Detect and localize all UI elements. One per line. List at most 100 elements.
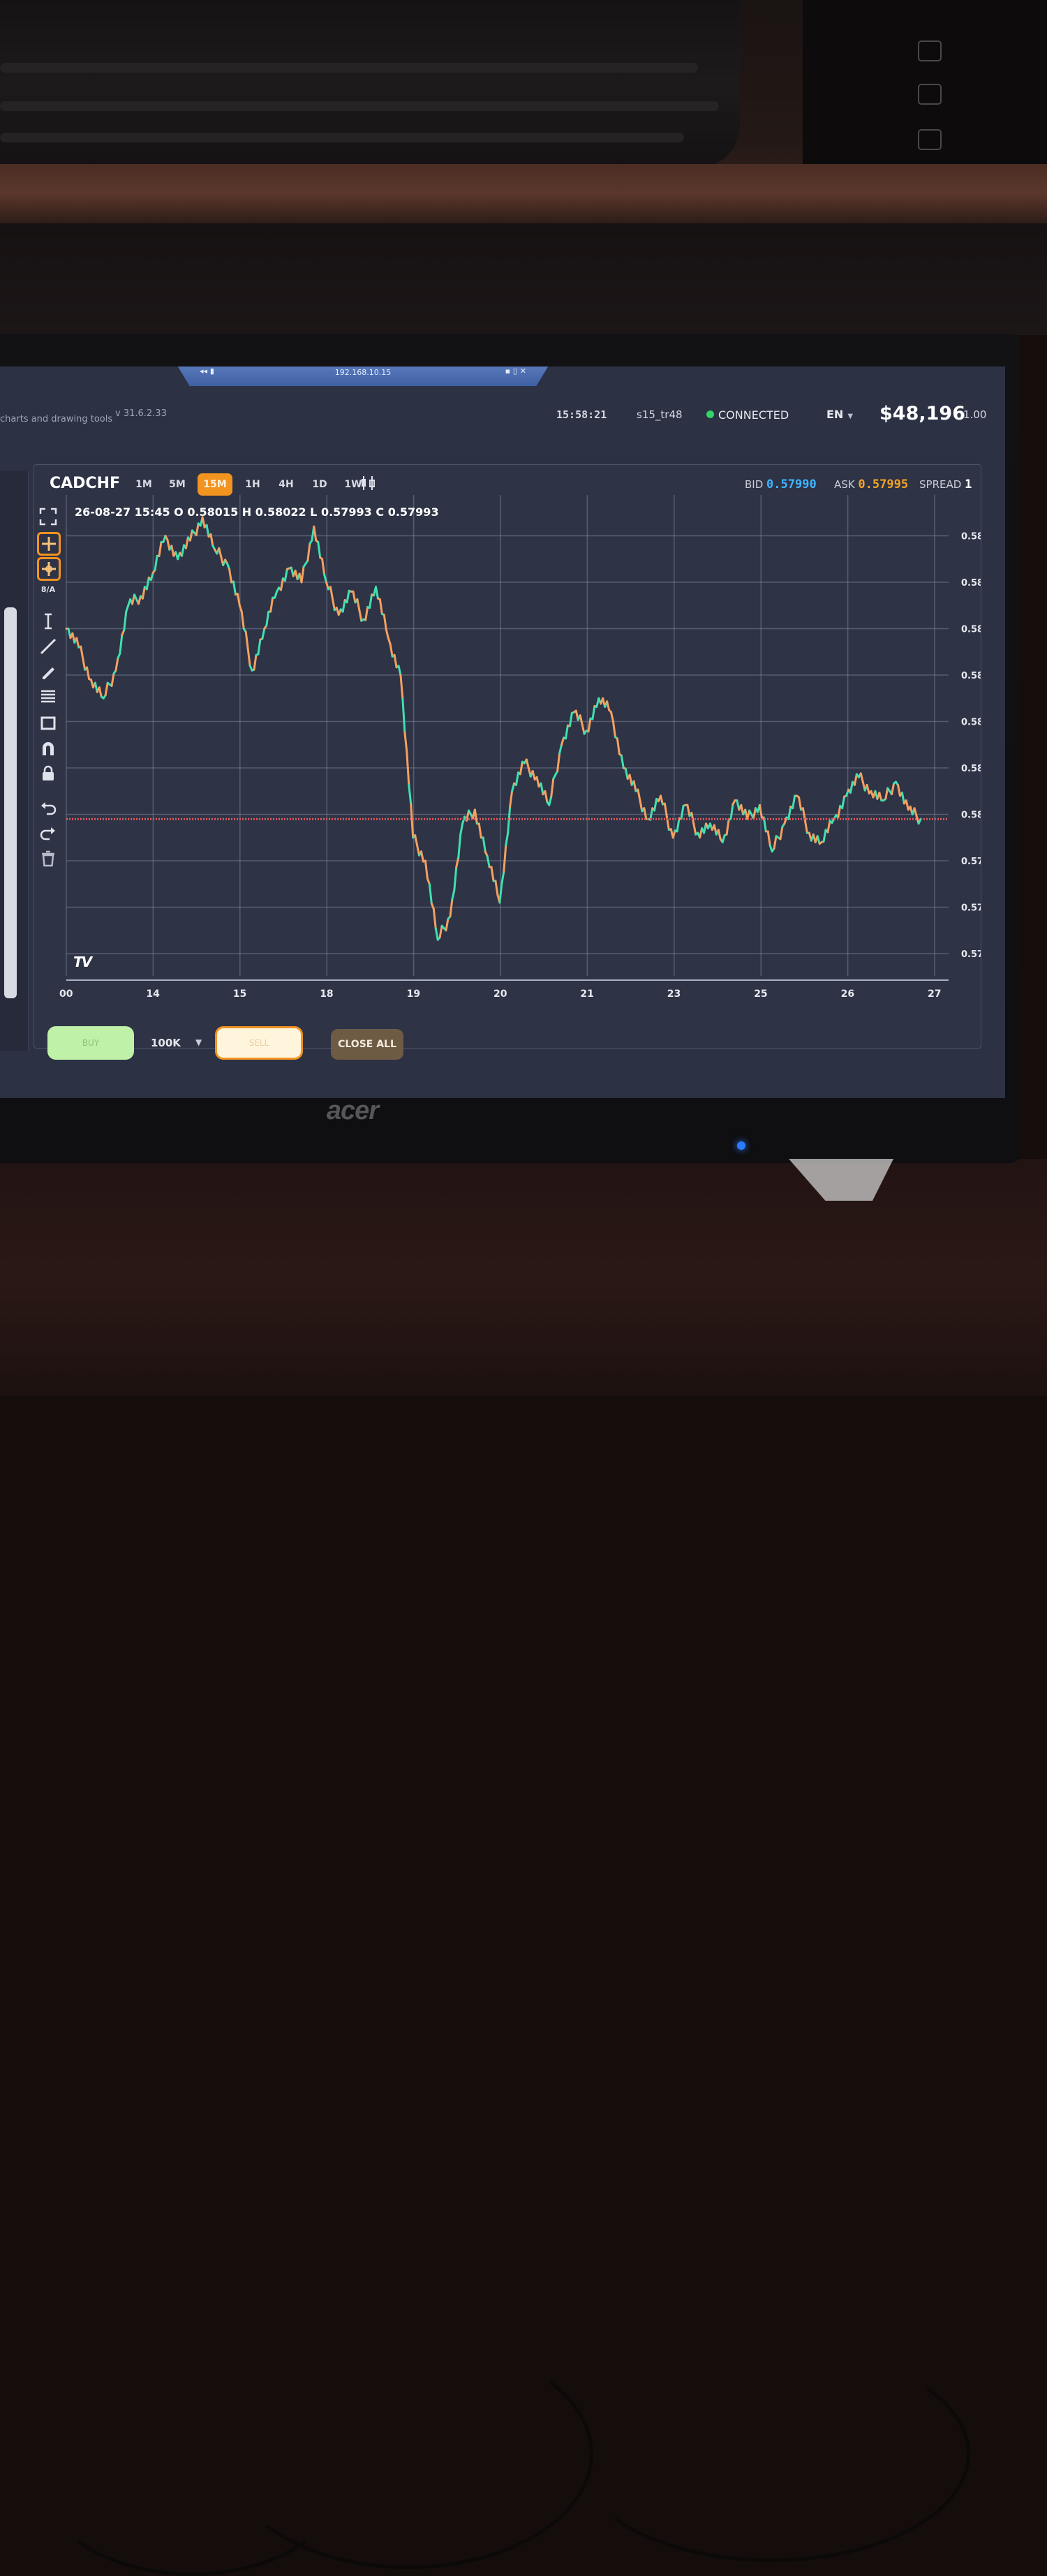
device-icon [918, 40, 942, 61]
price-segment [386, 630, 388, 638]
price-segment [155, 556, 157, 570]
x-tick-label: 15 [233, 989, 246, 1000]
price-segment [502, 872, 504, 884]
y-tick-label: 0.57800 [961, 903, 981, 914]
price-segment [429, 884, 431, 903]
price-segment [780, 827, 782, 839]
price-segment [789, 807, 791, 820]
account-id[interactable]: s15_tr48 [637, 408, 683, 421]
price-segment [281, 579, 283, 591]
quantity-select[interactable]: 100K [151, 1037, 181, 1049]
price-segment [440, 926, 442, 938]
price-segment [370, 595, 372, 608]
price-segment [325, 575, 327, 582]
remote-bar-window-controls[interactable]: ▪ ▯ ✕ [505, 367, 526, 376]
price-segment [817, 836, 819, 844]
price-segment [731, 804, 733, 819]
price-segment [879, 793, 882, 801]
price-segment [147, 577, 149, 589]
connection-label: CONNECTED [718, 408, 789, 422]
price-segment [196, 524, 198, 535]
price-segment [242, 612, 244, 628]
price-segment [456, 858, 459, 867]
chart-grid [66, 495, 949, 980]
price-segment [343, 600, 345, 612]
price-segment [560, 745, 562, 753]
price-segment [805, 820, 807, 833]
price-segment [237, 594, 239, 606]
price-segment [411, 804, 413, 838]
chevron-down-icon[interactable]: ▼ [195, 1037, 202, 1047]
sell-button[interactable]: SELL [215, 1026, 303, 1060]
price-segment [793, 796, 795, 808]
price-segment [83, 658, 85, 670]
remote-desktop-bar[interactable]: ◂◂ ▮ 192.168.10.15 ▪ ▯ ✕ [174, 367, 551, 386]
price-segment [267, 612, 269, 626]
x-tick-label: 14 [146, 989, 160, 1000]
order-bar: BUY 100K ▼ SELL CLOSE ALL [34, 1019, 522, 1075]
price-segment [496, 881, 498, 895]
price-segment [258, 639, 260, 654]
price-segment [520, 762, 522, 774]
price-segment [233, 582, 235, 595]
x-tick-label: 23 [667, 989, 681, 1000]
price-segment [611, 712, 614, 721]
x-tick-label: 18 [320, 989, 333, 1000]
shelf-edge [0, 164, 1047, 223]
fabric-fold [0, 101, 719, 111]
price-segment [842, 797, 845, 808]
price-segment [405, 732, 407, 752]
remote-bar-ip: 192.168.10.15 [174, 368, 551, 377]
price-segment [886, 788, 888, 799]
price-segment [562, 738, 564, 745]
language-label: EN [826, 408, 843, 421]
price-series [66, 517, 921, 940]
price-segment [727, 820, 729, 834]
price-segment [504, 845, 506, 872]
price-segment [380, 599, 382, 614]
x-tick-label: 25 [754, 989, 767, 1000]
price-chart[interactable]: 0.586000.585000.584000.583000.582000.581… [34, 465, 981, 1048]
price-segment [541, 783, 543, 794]
price-segment [159, 542, 161, 556]
chart-x-ticks: 0014151819202123252627 [59, 989, 941, 1000]
price-segment [314, 526, 316, 540]
price-segment [722, 835, 725, 842]
price-segment [81, 646, 83, 658]
price-segment [902, 793, 904, 804]
price-segment [512, 783, 514, 791]
device-icon [918, 129, 942, 150]
price-segment [202, 517, 205, 527]
y-tick-label: 0.58000 [961, 810, 981, 821]
y-tick-label: 0.57900 [961, 857, 981, 867]
background-photo [0, 0, 1047, 230]
price-segment [446, 919, 448, 931]
price-segment [105, 683, 107, 695]
price-segment [613, 722, 615, 737]
cable [42, 2388, 342, 2576]
close-all-button[interactable]: CLOSE ALL [331, 1029, 403, 1060]
language-select[interactable]: EN▼ [826, 408, 853, 421]
price-segment [347, 591, 349, 602]
price-segment [621, 755, 623, 768]
price-segment [459, 834, 461, 857]
x-tick-label: 19 [407, 989, 420, 1000]
price-segment [182, 545, 184, 556]
price-segment [330, 587, 332, 599]
price-segment [254, 655, 256, 669]
lot-size[interactable]: 1.00 [963, 408, 986, 421]
price-segment [302, 567, 304, 582]
left-rail [0, 471, 29, 1051]
price-segment [120, 635, 122, 653]
price-segment [376, 587, 378, 599]
price-segment [861, 773, 863, 782]
price-segment [262, 629, 265, 639]
monitor-brand-logo: acer [318, 1096, 387, 1126]
wall [0, 223, 1047, 335]
rail-scrollbar[interactable] [4, 607, 17, 998]
price-segment [353, 591, 355, 602]
buy-button[interactable]: BUY [47, 1026, 134, 1060]
price-segment [271, 598, 273, 612]
price-segment [565, 725, 567, 739]
price-segment [483, 838, 485, 852]
